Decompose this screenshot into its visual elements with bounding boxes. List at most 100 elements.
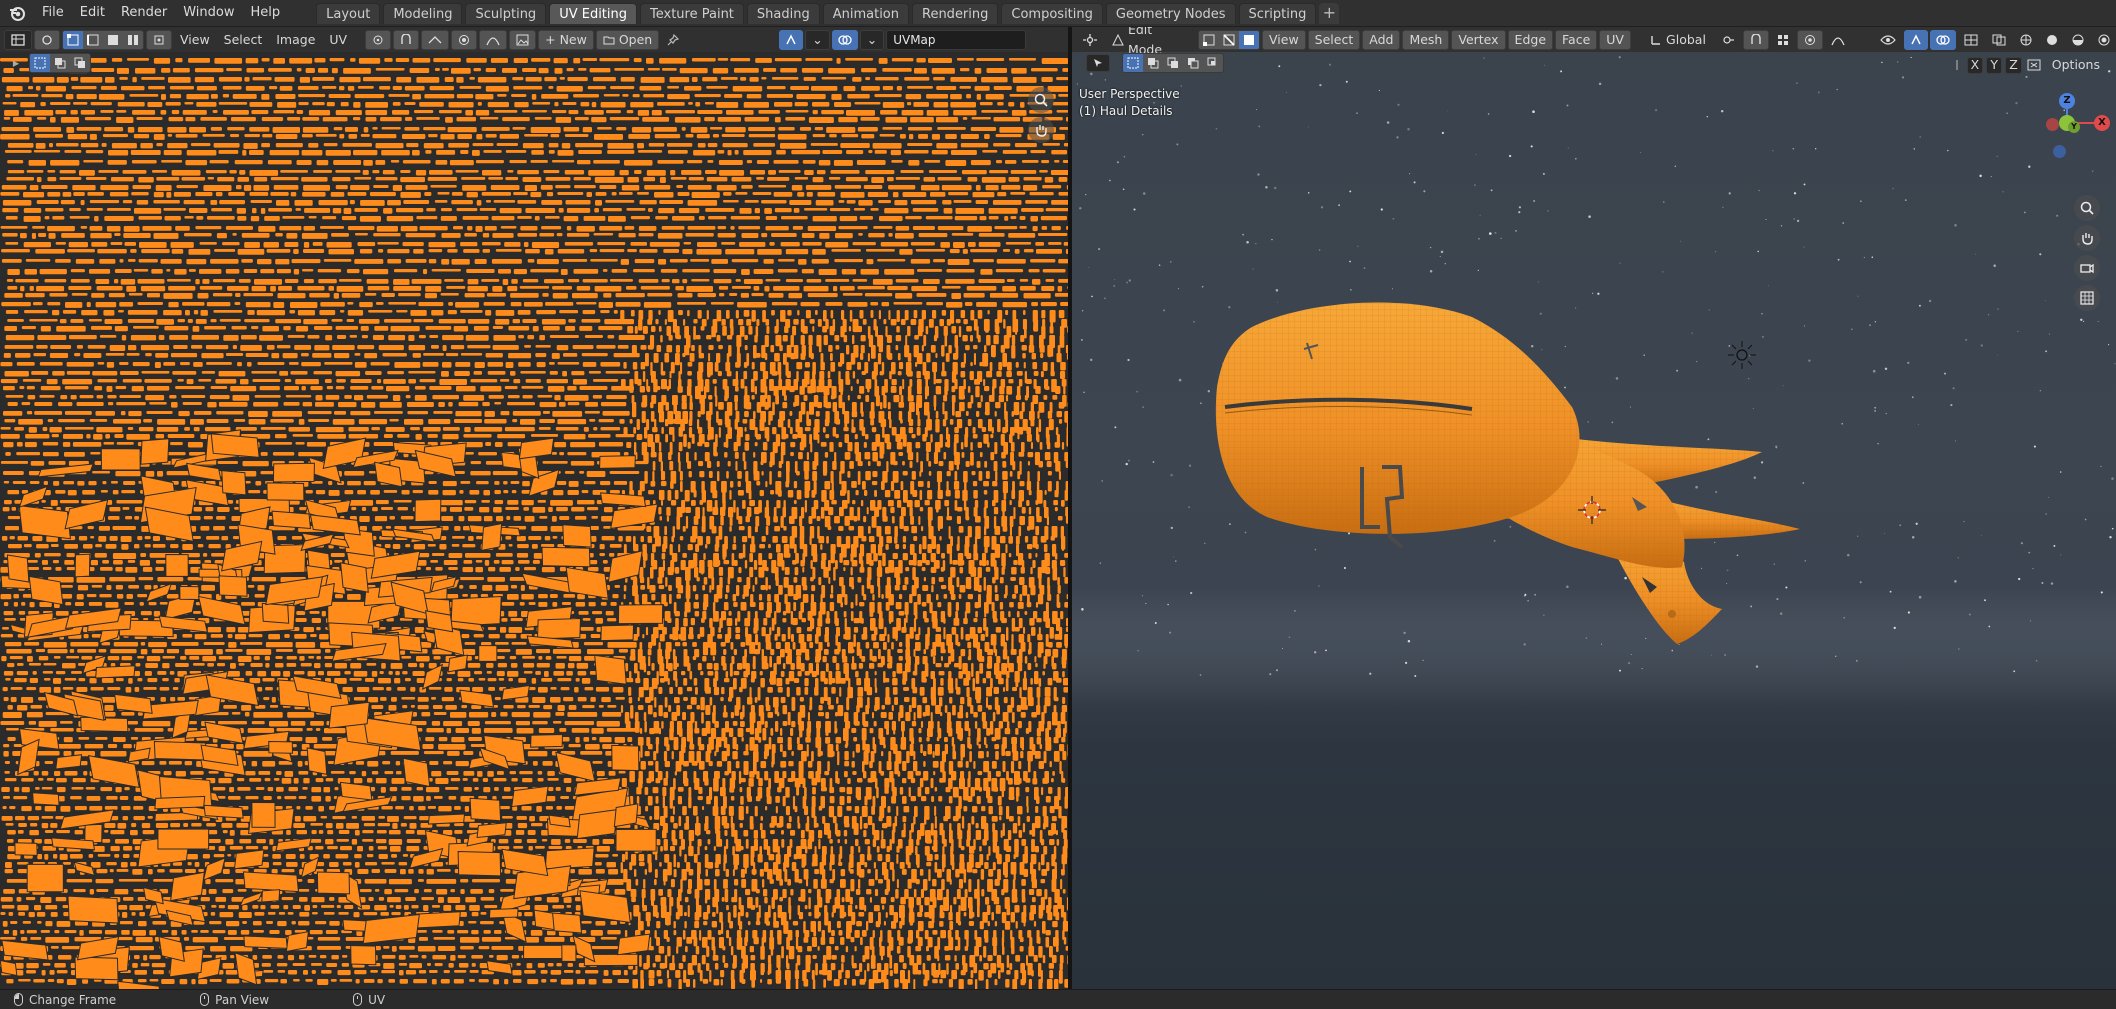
uv-island[interactable]: [423, 127, 446, 131]
uv-island[interactable]: [1019, 286, 1036, 291]
uv-island[interactable]: [744, 442, 750, 451]
uv-island[interactable]: [128, 259, 136, 262]
uv-island[interactable]: [970, 567, 977, 577]
uv-island[interactable]: [462, 185, 487, 191]
uv-island[interactable]: [890, 507, 895, 514]
uv-island[interactable]: [495, 249, 522, 252]
uv-island[interactable]: [946, 319, 951, 326]
uv-island[interactable]: [742, 594, 745, 600]
uv-island[interactable]: [216, 516, 226, 520]
uv-island[interactable]: [992, 611, 997, 619]
uv-island[interactable]: [896, 310, 900, 322]
uv-island[interactable]: [856, 379, 859, 384]
uv-island[interactable]: [858, 233, 863, 236]
uv-island[interactable]: [497, 434, 526, 439]
uv-island[interactable]: [6, 86, 23, 92]
uv-island[interactable]: [749, 602, 756, 607]
uv-island[interactable]: [710, 302, 734, 305]
uv-island[interactable]: [739, 208, 752, 214]
uv-island[interactable]: [547, 386, 565, 392]
uv-island[interactable]: [765, 319, 770, 326]
uv-island[interactable]: [768, 419, 771, 426]
uv-island[interactable]: [312, 353, 332, 358]
uv-island[interactable]: [1047, 594, 1052, 601]
uv-island[interactable]: [499, 134, 519, 139]
uv-island[interactable]: [985, 326, 989, 333]
uv-island[interactable]: [64, 452, 85, 457]
uv-island[interactable]: [664, 526, 667, 536]
uv-island[interactable]: [556, 86, 583, 92]
uv-island[interactable]: [209, 160, 229, 164]
uv-island[interactable]: [788, 293, 803, 299]
uv-island[interactable]: [276, 200, 290, 206]
uv-island[interactable]: [259, 386, 280, 391]
uv-island[interactable]: [186, 259, 207, 265]
uv-island[interactable]: [233, 419, 246, 422]
uv-island[interactable]: [244, 242, 260, 248]
uv-island[interactable]: [812, 326, 815, 332]
uv-island[interactable]: [886, 461, 889, 473]
uv-island[interactable]: [950, 77, 977, 82]
uv-island[interactable]: [531, 544, 538, 549]
uv-island[interactable]: [924, 618, 929, 623]
uv-island[interactable]: [161, 94, 166, 100]
uv-island[interactable]: [833, 160, 853, 166]
uv-island[interactable]: [807, 293, 838, 298]
uv-island[interactable]: [1056, 110, 1069, 113]
uv-island[interactable]: [456, 386, 476, 392]
uv-island[interactable]: [206, 419, 229, 423]
uv-island[interactable]: [723, 192, 732, 196]
uv-island[interactable]: [880, 242, 909, 247]
uv-island[interactable]: [369, 192, 396, 197]
uv-island[interactable]: [241, 335, 257, 340]
uv-island[interactable]: [752, 192, 772, 195]
uv-island[interactable]: [584, 411, 600, 414]
uv-island[interactable]: [522, 177, 542, 182]
uv-island[interactable]: [505, 150, 527, 153]
uv-island[interactable]: [925, 216, 953, 220]
uv-island[interactable]: [3, 481, 10, 484]
uv-island[interactable]: [297, 86, 319, 90]
uv-island[interactable]: [984, 526, 987, 536]
uv-island[interactable]: [778, 371, 782, 381]
uv-island[interactable]: [658, 310, 661, 315]
uv-island[interactable]: [336, 379, 346, 383]
uv-island[interactable]: [397, 434, 410, 438]
uv-island[interactable]: [703, 553, 706, 560]
uv-island[interactable]: [373, 185, 389, 188]
uv-island[interactable]: [521, 500, 534, 506]
uv-island[interactable]: [682, 553, 687, 558]
uv-island[interactable]: [182, 402, 202, 405]
uv-island[interactable]: [423, 269, 428, 275]
uv-island[interactable]: [583, 642, 604, 646]
uv-island[interactable]: [848, 326, 852, 332]
uv-island[interactable]: [730, 481, 734, 488]
uv-island[interactable]: [1010, 170, 1037, 174]
uv-island[interactable]: [778, 379, 783, 391]
uv-island[interactable]: [284, 386, 299, 391]
uv-island[interactable]: [746, 94, 762, 99]
uv-island[interactable]: [1002, 286, 1016, 292]
uv-island[interactable]: [132, 110, 156, 115]
uv-island[interactable]: [554, 102, 559, 107]
uv-island[interactable]: [815, 200, 834, 206]
uv-island[interactable]: [260, 452, 268, 456]
uv-island[interactable]: [454, 419, 482, 423]
uv-island[interactable]: [1019, 226, 1027, 229]
uv-island[interactable]: [183, 200, 205, 205]
uv-island[interactable]: [1001, 452, 1006, 459]
uv-island[interactable]: [682, 249, 693, 255]
uv-island[interactable]: [407, 402, 434, 407]
uv-island[interactable]: [441, 233, 461, 238]
uv-island[interactable]: [61, 233, 85, 238]
uv-island[interactable]: [735, 192, 748, 195]
uv-island[interactable]: [363, 481, 376, 486]
uv-island[interactable]: [677, 293, 693, 298]
uv-island[interactable]: [448, 553, 463, 558]
uv-island[interactable]: [985, 185, 999, 191]
uv-island[interactable]: [989, 170, 1009, 174]
uv-island[interactable]: [260, 427, 286, 430]
uv-island[interactable]: [698, 216, 705, 220]
uv-island[interactable]: [199, 242, 217, 245]
uv-island[interactable]: [687, 226, 716, 230]
